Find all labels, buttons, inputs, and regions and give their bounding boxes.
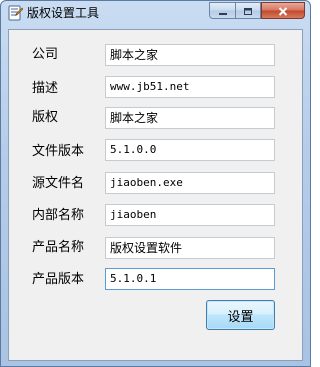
company-label: 公司 — [32, 47, 59, 62]
minimize-icon — [218, 1, 228, 20]
caption-buttons — [209, 2, 305, 19]
original-filename-label: 源文件名 — [32, 176, 85, 191]
maximize-icon — [243, 1, 253, 20]
tool-icon — [7, 5, 24, 21]
settings-button[interactable]: 设置 — [206, 300, 275, 330]
file-version-field[interactable]: 5.1.0.0 — [105, 139, 275, 161]
app-window: 版权设置工具 公司 脚本之家 描述 www.jb51.net 版权 脚本之家 文… — [0, 0, 311, 367]
copyright-field[interactable]: 脚本之家 — [105, 107, 275, 129]
maximize-button[interactable] — [235, 2, 261, 19]
file-version-label: 文件版本 — [32, 144, 85, 159]
product-version-label: 产品版本 — [32, 272, 85, 287]
product-version-field[interactable]: 5.1.0.1 — [105, 268, 275, 290]
product-name-field[interactable]: 版权设置软件 — [105, 237, 275, 259]
window-title: 版权设置工具 — [27, 6, 100, 20]
title-bar[interactable]: 版权设置工具 — [1, 1, 310, 28]
copyright-label: 版权 — [32, 110, 59, 125]
close-icon — [278, 1, 288, 20]
company-field[interactable]: 脚本之家 — [105, 44, 275, 66]
description-field[interactable]: www.jb51.net — [105, 76, 275, 98]
internal-name-field[interactable]: jiaoben — [105, 204, 275, 226]
product-name-label: 产品名称 — [32, 240, 85, 255]
close-button[interactable] — [261, 2, 305, 19]
minimize-button[interactable] — [209, 2, 235, 19]
original-filename-field[interactable]: jiaoben.exe — [105, 172, 275, 194]
internal-name-label: 内部名称 — [32, 208, 85, 223]
form-panel: 公司 脚本之家 描述 www.jb51.net 版权 脚本之家 文件版本 5.1… — [8, 29, 303, 361]
description-label: 描述 — [32, 81, 59, 96]
